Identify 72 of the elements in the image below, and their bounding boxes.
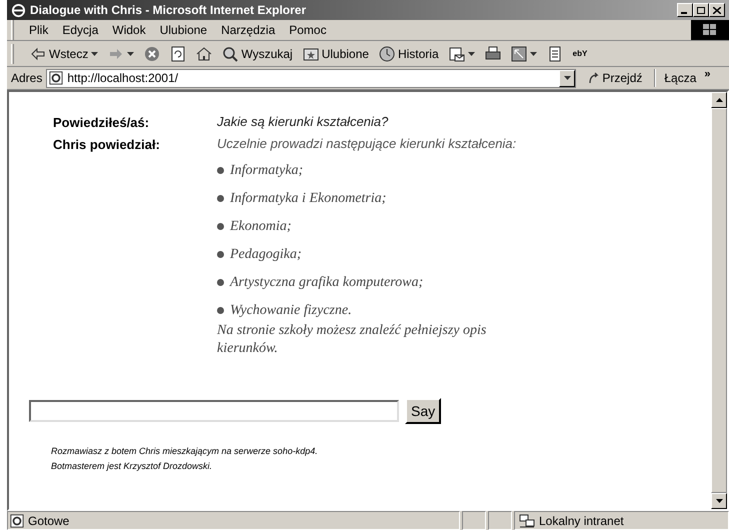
history-button[interactable]: Historia (376, 42, 441, 64)
caret-icon (127, 52, 134, 56)
list-item: Informatyka i Ekonometria; (230, 190, 386, 208)
maximize-button[interactable] (693, 3, 709, 17)
caret-icon (91, 52, 98, 56)
document-icon (546, 46, 563, 62)
refresh-icon (170, 46, 186, 62)
ebay-button[interactable]: ebY (570, 42, 590, 64)
close-button[interactable] (709, 3, 725, 17)
menu-item[interactable]: Ulubione (152, 21, 214, 39)
address-label: Adres (11, 70, 42, 87)
network-icon (519, 514, 535, 528)
search-icon (222, 46, 238, 62)
back-button[interactable]: Wstecz (28, 42, 100, 64)
menu-item[interactable]: Plik (22, 21, 56, 39)
links-button[interactable]: Łącza (660, 69, 700, 87)
footer-text: Botmasterem jest Krzysztof Drozdowski. (51, 460, 214, 473)
caret-icon (468, 52, 475, 56)
bot-reply: Uczelnie prowadzi następujące kierunki kształcenia: (217, 136, 517, 152)
closing-text: Na stronie szkoły możesz znaleźć pełniejszy opis kierunków. (217, 322, 488, 358)
stop-icon (144, 46, 160, 62)
favorites-button[interactable]: Ulubione (300, 42, 371, 64)
scrollbar[interactable] (711, 92, 727, 509)
bullet-icon (217, 307, 224, 314)
status-panel (462, 511, 486, 530)
star-folder-icon (302, 46, 319, 62)
clock-icon (378, 46, 395, 62)
curved-arrow-icon (588, 72, 600, 84)
list-item: Artystyczna grafika komputerowa; (230, 274, 424, 292)
scroll-up-icon[interactable] (716, 98, 722, 102)
status-panel: Gotowe (7, 511, 460, 530)
windows-logo-icon (691, 20, 729, 40)
bullet-icon (217, 279, 224, 286)
page-icon (10, 514, 24, 528)
menu-item[interactable]: Narzędzia (214, 21, 282, 39)
caret-icon (564, 76, 571, 80)
message-input[interactable] (29, 400, 399, 422)
menu-item[interactable]: Edycja (55, 21, 106, 39)
list-item: Informatyka; (230, 162, 304, 180)
bullet-icon (217, 251, 224, 258)
footer-text: Rozmawiasz z botem Chris mieszkającym na serwerze soho-kdp4. (51, 445, 319, 458)
more-chevron[interactable]: » (704, 66, 711, 82)
address-field[interactable]: http://localhost:2001/ (46, 68, 576, 88)
close-icon (713, 6, 721, 14)
zone-panel: Lokalny intranet (514, 511, 729, 530)
speaker-label: Powiedziłeś/aś: (53, 114, 150, 132)
speaker-label: Chris powiedział: (53, 136, 161, 154)
scroll-down-icon[interactable] (716, 499, 722, 503)
list-item: Pedagogika; (230, 246, 302, 264)
menu-item[interactable]: Pomoc (282, 21, 334, 39)
search-button[interactable]: Wyszukaj (220, 42, 295, 64)
window-title: Dialogue with Chris - Microsoft Internet Explorer (30, 2, 308, 19)
list-item: Wychowanie fizyczne. (230, 302, 352, 320)
status-panel (488, 511, 512, 530)
menu-item[interactable]: Widok (105, 21, 153, 39)
back-arrow-icon (30, 46, 46, 62)
say-button[interactable]: Say (405, 398, 442, 424)
page-icon (49, 71, 64, 85)
list-item: Ekonomia; (230, 218, 292, 236)
maximize-icon (697, 6, 705, 14)
bullet-icon (217, 167, 224, 174)
printer-icon (484, 46, 501, 62)
go-button[interactable]: Przejdź (580, 69, 650, 87)
bullet-icon (217, 223, 224, 230)
user-message: Jakie są kierunki kształcenia? (217, 114, 390, 130)
mail-icon (448, 46, 465, 62)
minimize-button[interactable] (677, 3, 693, 17)
edit-page-icon (510, 46, 527, 62)
bullet-icon (217, 195, 224, 202)
browser-logo-icon (11, 2, 26, 18)
home-icon (196, 46, 212, 62)
caret-icon (530, 52, 537, 56)
